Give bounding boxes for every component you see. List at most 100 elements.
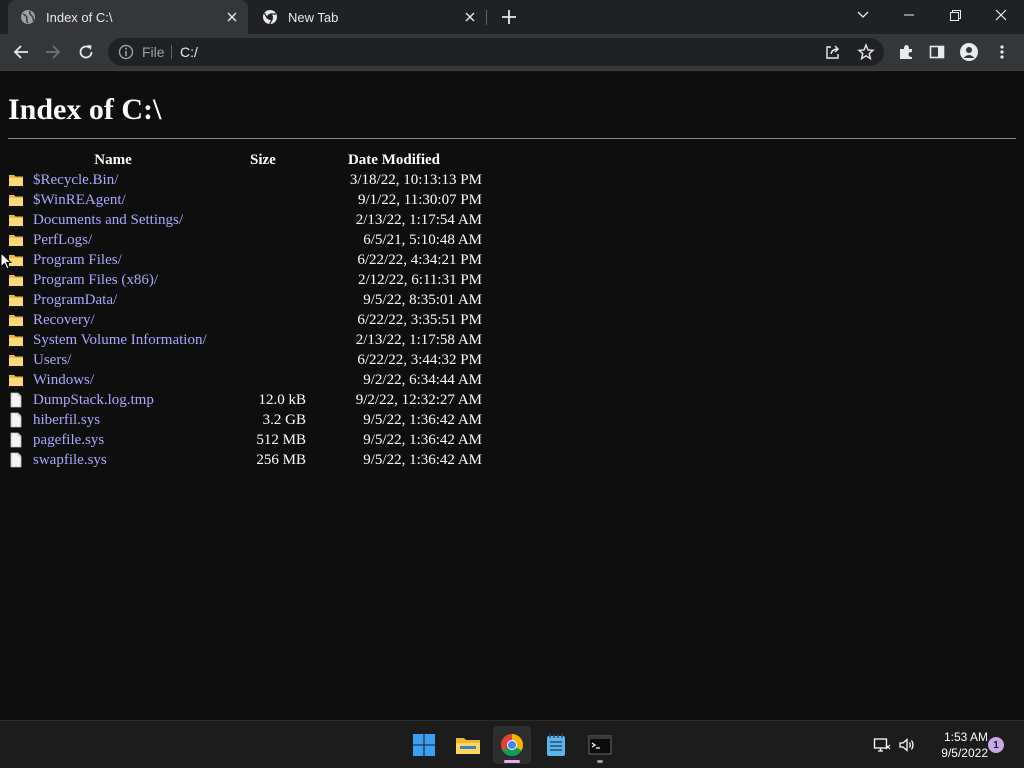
entry-link[interactable]: hiberfil.sys bbox=[33, 412, 100, 429]
folder-icon bbox=[9, 335, 23, 346]
new-tab-icon[interactable] bbox=[500, 8, 518, 26]
entry-date: 2/13/22, 1:17:58 AM bbox=[355, 331, 482, 348]
folder-icon bbox=[9, 215, 23, 226]
entry-date: 6/22/22, 3:44:32 PM bbox=[357, 351, 482, 368]
entry-name-cell: Users/ bbox=[8, 350, 218, 370]
folder-icon bbox=[9, 275, 23, 286]
directory-listing: Name Size Date Modified $Recycle.Bin/3/1… bbox=[8, 150, 482, 470]
profile-icon[interactable] bbox=[958, 41, 980, 63]
entry-link[interactable]: $WinREAgent/ bbox=[33, 192, 126, 209]
entry-size bbox=[218, 230, 306, 250]
browser-toolbar: File C:/ bbox=[0, 34, 1024, 70]
close-window-icon[interactable] bbox=[978, 0, 1024, 30]
network-icon[interactable] bbox=[873, 736, 891, 754]
entry-link[interactable]: ProgramData/ bbox=[33, 292, 117, 309]
entry-date: 9/2/22, 6:34:44 AM bbox=[363, 371, 482, 388]
entry-size bbox=[218, 310, 306, 330]
column-header-date[interactable]: Date Modified bbox=[306, 150, 482, 170]
taskbar-terminal[interactable] bbox=[581, 726, 619, 764]
volume-icon[interactable] bbox=[898, 736, 916, 754]
menu-kebab-icon[interactable] bbox=[991, 41, 1013, 63]
close-tab-icon[interactable] bbox=[462, 9, 478, 25]
tab-search-icon[interactable] bbox=[840, 0, 886, 30]
taskbar-chrome[interactable] bbox=[493, 726, 531, 764]
chrome-icon bbox=[263, 10, 277, 25]
reload-icon[interactable] bbox=[75, 41, 97, 63]
entry-date: 9/5/22, 1:36:42 AM bbox=[363, 431, 482, 448]
table-row: Program Files (x86)/ 2/12/22, 6:11:31 PM bbox=[8, 270, 482, 290]
entry-name-cell: Windows/ bbox=[8, 370, 218, 390]
entry-date: 9/1/22, 11:30:07 PM bbox=[357, 191, 482, 208]
notepad-icon bbox=[547, 734, 565, 756]
entry-link[interactable]: DumpStack.log.tmp bbox=[33, 392, 154, 409]
start-icon bbox=[413, 734, 435, 756]
close-tab-icon[interactable] bbox=[224, 9, 240, 25]
entry-link[interactable]: Users/ bbox=[33, 352, 71, 369]
entry-size: 3.2 GB bbox=[262, 411, 306, 428]
share-icon[interactable] bbox=[824, 43, 842, 61]
entry-size bbox=[218, 350, 306, 370]
entry-link[interactable]: Program Files (x86)/ bbox=[33, 272, 158, 289]
table-row: ProgramData/9/5/22, 8:35:01 AM bbox=[8, 290, 482, 310]
entry-size bbox=[218, 370, 306, 390]
running-app-indicator bbox=[597, 760, 603, 763]
restore-icon[interactable] bbox=[932, 0, 978, 30]
column-header-size[interactable]: Size bbox=[218, 150, 306, 170]
entry-name-cell: Program Files/ bbox=[8, 250, 218, 270]
tab-index-of-c[interactable]: Index of C:\ bbox=[8, 0, 248, 34]
entry-link[interactable]: System Volume Information/ bbox=[33, 332, 207, 349]
tab-new-tab[interactable]: New Tab bbox=[250, 0, 486, 34]
extensions-icon[interactable] bbox=[895, 41, 917, 63]
file-icon bbox=[10, 412, 22, 428]
page-content: Index of C:\ Name Size Date Modified $Re… bbox=[0, 71, 1024, 720]
tab-separator bbox=[486, 10, 487, 25]
table-row: PerfLogs/6/5/21, 5:10:48 AM bbox=[8, 230, 482, 250]
listing-header-row: Name Size Date Modified bbox=[8, 150, 482, 170]
table-row: $WinREAgent/9/1/22, 11:30:07 PM bbox=[8, 190, 482, 210]
entry-name-cell: ProgramData/ bbox=[8, 290, 218, 310]
entry-name-cell: System Volume Information/ bbox=[8, 330, 218, 350]
bookmark-star-icon[interactable] bbox=[857, 43, 875, 61]
page-title: Index of C:\ bbox=[8, 93, 162, 126]
active-app-indicator bbox=[504, 760, 520, 763]
url-text[interactable]: C:/ bbox=[180, 44, 198, 60]
entry-link[interactable]: $Recycle.Bin/ bbox=[33, 172, 118, 189]
folder-icon bbox=[9, 235, 23, 246]
entry-link[interactable]: Recovery/ bbox=[33, 312, 95, 329]
entry-date: 9/5/22, 1:36:42 AM bbox=[363, 451, 482, 468]
minimize-icon[interactable] bbox=[886, 0, 932, 30]
side-panel-icon[interactable] bbox=[926, 41, 948, 63]
entry-link[interactable]: PerfLogs/ bbox=[33, 232, 92, 249]
back-icon[interactable] bbox=[10, 41, 32, 63]
system-clock[interactable]: 1:53 AM 9/5/2022 bbox=[924, 729, 988, 761]
entry-name-cell: swapfile.sys bbox=[8, 450, 218, 470]
taskbar-file-explorer[interactable] bbox=[449, 726, 487, 764]
folder-icon bbox=[9, 295, 23, 306]
entry-link[interactable]: Program Files/ bbox=[33, 252, 122, 269]
entry-size bbox=[218, 290, 306, 310]
entry-date: 9/5/22, 8:35:01 AM bbox=[363, 291, 482, 308]
column-header-name[interactable]: Name bbox=[8, 150, 218, 170]
table-row: $Recycle.Bin/3/18/22, 10:13:13 PM bbox=[8, 170, 482, 190]
entry-size: 256 MB bbox=[256, 451, 306, 468]
entry-date: 9/5/22, 1:36:42 AM bbox=[363, 411, 482, 428]
tab-strip: Index of C:\ New Tab bbox=[0, 0, 1024, 34]
forward-icon[interactable] bbox=[42, 41, 64, 63]
address-bar[interactable]: File C:/ bbox=[108, 38, 884, 66]
info-icon[interactable] bbox=[118, 44, 134, 60]
entry-link[interactable]: pagefile.sys bbox=[33, 432, 104, 449]
entry-link[interactable]: Windows/ bbox=[33, 372, 94, 389]
file-icon bbox=[10, 432, 22, 448]
entry-link[interactable]: swapfile.sys bbox=[33, 452, 107, 469]
entry-date: 2/12/22, 6:11:31 PM bbox=[357, 271, 482, 288]
entry-date: 9/2/22, 12:32:27 AM bbox=[355, 391, 482, 408]
start-button[interactable] bbox=[405, 726, 443, 764]
entry-date: 3/18/22, 10:13:13 PM bbox=[349, 171, 482, 188]
entry-name-cell: $WinREAgent/ bbox=[8, 190, 218, 210]
entry-size bbox=[218, 250, 306, 270]
entry-link[interactable]: Documents and Settings/ bbox=[33, 212, 183, 229]
notification-badge[interactable]: 1 bbox=[988, 737, 1004, 753]
entry-size bbox=[218, 190, 306, 210]
folder-icon bbox=[9, 315, 23, 326]
taskbar-notepad[interactable] bbox=[537, 726, 575, 764]
